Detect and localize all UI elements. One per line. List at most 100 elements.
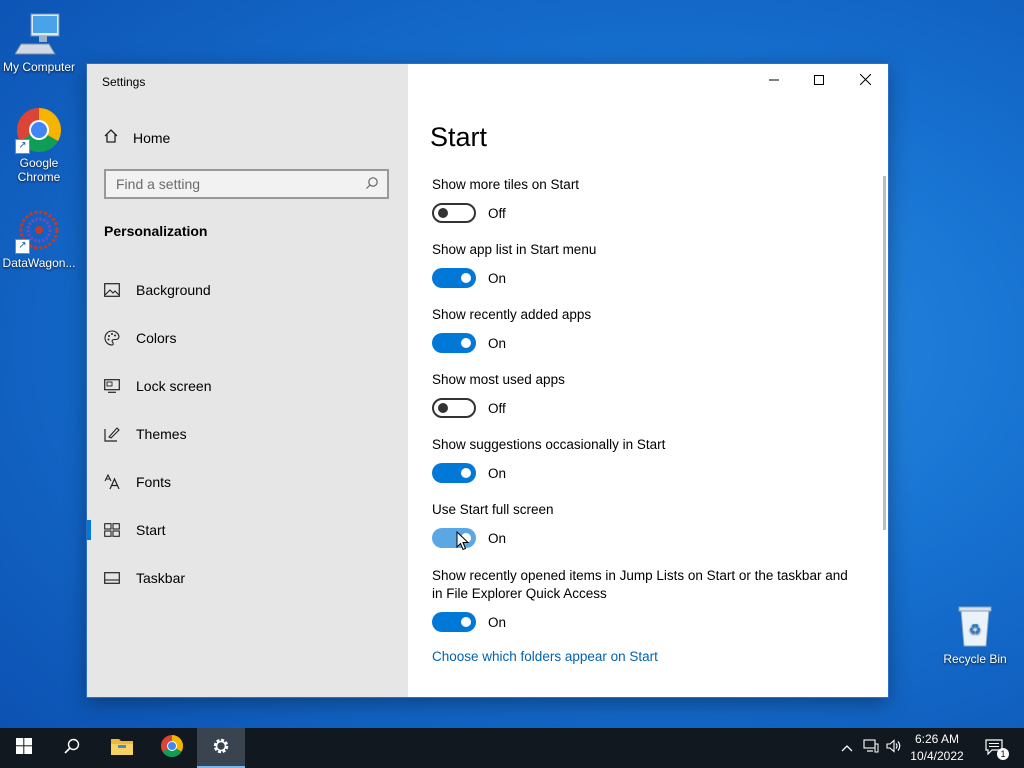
palette-icon	[104, 330, 120, 346]
choose-folders-link[interactable]: Choose which folders appear on Start	[432, 649, 658, 664]
search-box[interactable]	[104, 169, 389, 199]
desktop-icon-google-chrome[interactable]: ↗ Google Chrome	[0, 106, 78, 184]
window-title: Settings	[102, 75, 146, 89]
file-explorer-button[interactable]	[98, 728, 146, 768]
sidebar-item-colors[interactable]: Colors	[87, 314, 408, 362]
desktop-icon-label: Google Chrome	[17, 156, 61, 184]
speaker-icon	[886, 738, 902, 758]
clock-date: 10/4/2022	[910, 749, 964, 763]
toggle-state: On	[488, 530, 507, 546]
toggle-state: On	[488, 270, 507, 286]
setting-label: Show more tiles on Start	[432, 177, 580, 192]
sidebar-item-themes[interactable]: Themes	[87, 410, 408, 458]
toggle-state: Off	[488, 400, 506, 416]
setting-show-most-used: Show most used apps Off	[432, 371, 852, 418]
sidebar-item-label: Fonts	[136, 474, 172, 490]
network-button[interactable]	[860, 728, 882, 768]
setting-show-app-list: Show app list in Start menu On	[432, 241, 852, 288]
chrome-icon	[160, 734, 184, 763]
setting-label: Show recently added apps	[432, 307, 592, 322]
minimize-button[interactable]	[751, 64, 797, 97]
sidebar-item-label: Background	[136, 282, 211, 298]
toggle-switch[interactable]	[432, 203, 476, 223]
recycle-bin-icon: ♻	[951, 602, 999, 650]
toggle-state: On	[488, 465, 507, 481]
sidebar-item-lock-screen[interactable]: Lock screen	[87, 362, 408, 410]
search-icon[interactable]	[365, 176, 379, 195]
personalization-nav: Background Colors Lock screen Themes Fon…	[87, 266, 408, 602]
setting-show-recently-added: Show recently added apps On	[432, 306, 852, 353]
settings-taskbar-button[interactable]	[197, 728, 245, 768]
gear-icon	[211, 736, 231, 761]
page-title: Start	[430, 122, 488, 152]
action-center-button[interactable]: 1	[980, 728, 1010, 768]
setting-label: Show suggestions occasionally in Start	[432, 437, 666, 452]
brush-icon	[104, 426, 120, 442]
svg-text:♻: ♻	[969, 622, 982, 638]
sidebar-item-fonts[interactable]: Fonts	[87, 458, 408, 506]
sidebar-item-taskbar[interactable]: Taskbar	[87, 554, 408, 602]
close-icon	[859, 72, 871, 90]
toggle-switch[interactable]	[432, 268, 476, 288]
scrollbar-thumb[interactable]	[883, 176, 886, 530]
shortcut-arrow-icon: ↗	[15, 139, 30, 154]
shortcut-arrow-icon: ↗	[15, 239, 30, 254]
chevron-up-icon	[841, 739, 853, 757]
setting-label: Use Start full screen	[432, 502, 554, 517]
monitor-icon	[104, 378, 120, 394]
minimize-icon	[769, 72, 779, 90]
home-label: Home	[133, 129, 171, 146]
toggle-switch[interactable]	[432, 612, 476, 632]
taskbar-icon	[104, 570, 120, 586]
sidebar-item-label: Start	[136, 522, 166, 538]
sidebar-item-label: Lock screen	[136, 378, 212, 394]
toggle-switch[interactable]	[432, 333, 476, 353]
folder-icon	[110, 736, 134, 761]
search-input[interactable]	[106, 171, 366, 197]
setting-show-recently-opened: Show recently opened items in Jump Lists…	[432, 567, 852, 632]
clock-time: 6:26 AM	[914, 732, 960, 746]
desktop-icon-datawagon[interactable]: ↗ DataWagon...	[0, 206, 78, 270]
home-nav[interactable]: Home	[103, 128, 170, 147]
toggle-switch[interactable]	[432, 398, 476, 418]
sidebar-item-start[interactable]: Start	[87, 506, 408, 554]
computer-icon	[14, 10, 63, 58]
setting-label: Show recently opened items in Jump Lists…	[432, 568, 848, 601]
start-grid-icon	[104, 522, 120, 538]
notification-badge: 1	[997, 748, 1009, 760]
setting-label: Show app list in Start menu	[432, 242, 597, 257]
toggle-switch[interactable]	[432, 463, 476, 483]
desktop-icon-my-computer[interactable]: My Computer	[0, 10, 78, 74]
search-icon	[64, 738, 80, 759]
section-heading: Personalization	[104, 223, 208, 239]
taskbar: 6:26 AM 10/4/2022 1	[0, 728, 1024, 768]
toggle-switch[interactable]	[432, 528, 476, 548]
start-button[interactable]	[0, 728, 48, 768]
notification-icon: 1	[985, 739, 1009, 760]
network-icon	[863, 738, 879, 758]
desktop-icon-recycle-bin[interactable]: ♻ Recycle Bin	[936, 602, 1014, 666]
maximize-icon	[814, 72, 824, 90]
sidebar: Settings Home Personalization Background	[87, 64, 408, 697]
volume-button[interactable]	[884, 728, 904, 768]
picture-icon	[104, 282, 120, 298]
sidebar-item-label: Taskbar	[136, 570, 186, 586]
search-button[interactable]	[48, 728, 96, 768]
toggle-state: Off	[488, 205, 506, 221]
windows-logo-icon	[16, 737, 32, 759]
sidebar-item-label: Themes	[136, 426, 187, 442]
toggle-state: On	[488, 335, 507, 351]
chrome-icon: ↗	[15, 106, 63, 154]
close-button[interactable]	[842, 64, 888, 97]
chrome-taskbar-button[interactable]	[148, 728, 196, 768]
sidebar-item-background[interactable]: Background	[87, 266, 408, 314]
desktop-icon-label: Recycle Bin	[943, 652, 1007, 666]
setting-label: Show most used apps	[432, 372, 565, 387]
show-hidden-icons-button[interactable]	[838, 728, 856, 768]
desktop-icon-label: DataWagon...	[2, 256, 76, 270]
font-icon	[104, 474, 120, 490]
datawagon-icon: ↗	[15, 206, 63, 254]
settings-window: Settings Home Personalization Background	[87, 64, 888, 697]
taskbar-clock[interactable]: 6:26 AM 10/4/2022	[903, 731, 971, 765]
maximize-button[interactable]	[796, 64, 842, 97]
